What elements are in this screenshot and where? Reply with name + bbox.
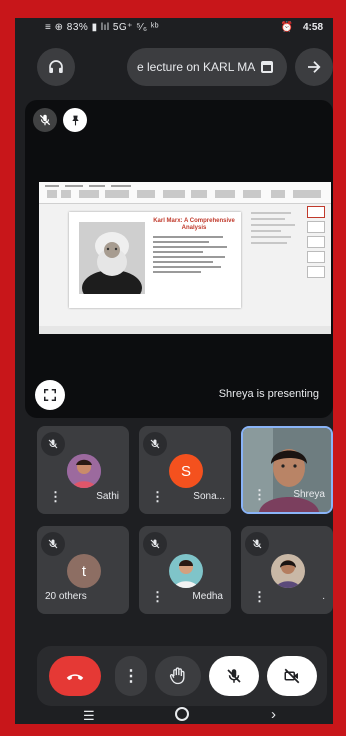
avatar: t xyxy=(67,554,101,588)
phone-screen: ≡ ⊕ 83% ▮ lıl 5G⁺ ⁵⁄₆ ᵏᵇ ⏰ 4:58 e lectur… xyxy=(15,18,333,724)
presenting-label: Shreya is presenting xyxy=(218,388,319,400)
participant-tile-unnamed[interactable]: ⋮ . xyxy=(241,526,333,614)
participant-tile-sathi[interactable]: ⋮ Sathi xyxy=(37,426,129,514)
avatar xyxy=(271,554,305,588)
participant-name: Medha xyxy=(192,591,223,602)
recents-icon[interactable]: ☰ xyxy=(83,708,95,724)
fullscreen-icon xyxy=(43,388,57,402)
more-vertical-icon: ⋮ xyxy=(123,668,139,685)
slide-bullets xyxy=(153,236,233,276)
headphones-icon xyxy=(49,60,63,73)
end-call-icon xyxy=(66,674,84,681)
pin-icon xyxy=(71,115,79,125)
participant-tile-shreya[interactable]: ⋮ Shreya xyxy=(241,426,333,514)
meeting-top-bar: e lecture on KARL MA xyxy=(15,46,333,88)
arrow-right-icon xyxy=(308,61,321,73)
participant-name: Shreya xyxy=(293,489,325,500)
back-icon[interactable]: › xyxy=(271,706,276,723)
mic-off-icon xyxy=(227,669,241,683)
slide-title: Karl Marx: A Comprehensive Analysis xyxy=(153,218,235,231)
fullscreen-button[interactable] xyxy=(35,380,65,410)
status-indicators: ≡ ⊕ 83% ▮ lıl 5G⁺ ⁵⁄₆ ᵏᵇ xyxy=(45,22,160,33)
meeting-title: e lecture on KARL MA xyxy=(137,60,256,74)
system-nav-bar: ☰ › xyxy=(15,706,333,724)
status-bar: ≡ ⊕ 83% ▮ lıl 5G⁺ ⁵⁄₆ ᵏᵇ ⏰ 4:58 xyxy=(15,18,333,38)
alarm-icon: ⏰ xyxy=(280,22,293,33)
mic-off-icon xyxy=(39,114,51,126)
ppt-ribbon xyxy=(39,182,331,204)
camera-off-icon xyxy=(284,668,300,684)
karl-marx-portrait xyxy=(79,222,145,294)
home-icon[interactable] xyxy=(175,707,189,721)
avatar xyxy=(67,454,101,488)
shared-screen: Karl Marx: A Comprehensive Analysis xyxy=(39,182,331,334)
participant-tile-others[interactable]: t 20 others xyxy=(37,526,129,614)
avatar xyxy=(169,554,203,588)
meeting-title-chip[interactable]: e lecture on KARL MA xyxy=(127,48,287,86)
status-time: 4:58 xyxy=(302,22,323,33)
participant-tile-medha[interactable]: ⋮ Medha xyxy=(139,526,231,614)
end-call-button[interactable] xyxy=(49,656,101,696)
pin-button[interactable] xyxy=(63,108,87,132)
mic-off-icon xyxy=(245,532,269,556)
participant-options-icon[interactable]: ⋮ xyxy=(49,490,62,503)
participant-name: Sona... xyxy=(193,491,225,502)
camera-toggle[interactable] xyxy=(267,656,317,696)
slide-canvas: Karl Marx: A Comprehensive Analysis xyxy=(69,212,241,308)
mic-off-icon xyxy=(143,432,167,456)
avatar: S xyxy=(169,454,203,488)
audio-output-button[interactable] xyxy=(37,48,75,86)
participant-options-icon[interactable]: ⋮ xyxy=(151,490,164,503)
participant-tile-sona[interactable]: S ⋮ Sona... xyxy=(139,426,231,514)
mic-off-icon xyxy=(41,432,65,456)
avatar-initial: S xyxy=(180,462,191,480)
raise-hand-icon xyxy=(169,667,185,685)
call-controls: ⋮ xyxy=(37,646,327,706)
ppt-status-bar xyxy=(39,326,331,334)
participant-name: 20 others xyxy=(45,591,89,602)
participant-options-icon[interactable]: ⋮ xyxy=(253,488,266,501)
raise-hand-button[interactable] xyxy=(155,656,201,696)
presentation-stage: Karl Marx: A Comprehensive Analysis Shre… xyxy=(25,100,333,418)
participant-name: . xyxy=(322,591,325,602)
slide-thumbnails xyxy=(307,206,327,296)
microphone-toggle[interactable] xyxy=(209,656,259,696)
mic-off-icon xyxy=(143,532,167,556)
switch-view-button[interactable] xyxy=(295,48,333,86)
presentation-mic-off xyxy=(33,108,57,132)
participant-name: Sathi xyxy=(96,491,119,502)
mic-off-icon xyxy=(41,532,65,556)
more-options-button[interactable]: ⋮ xyxy=(115,656,147,696)
notes-panel xyxy=(251,212,299,248)
calendar-icon xyxy=(261,61,274,73)
avatar-initial: t xyxy=(81,562,87,580)
participant-options-icon[interactable]: ⋮ xyxy=(151,590,164,603)
participant-options-icon[interactable]: ⋮ xyxy=(253,590,266,603)
